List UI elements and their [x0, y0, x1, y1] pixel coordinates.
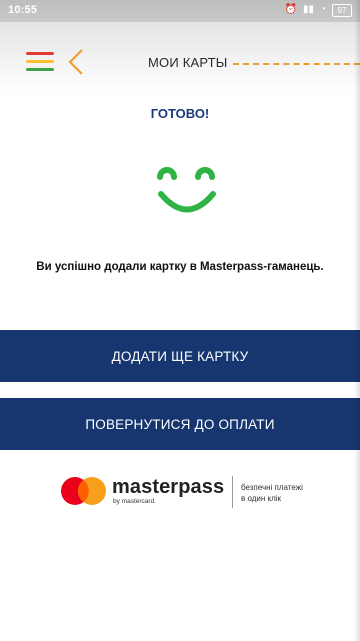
status-time: 10:55 [8, 4, 38, 16]
success-message: Ви успішно додали картку в Masterpass-га… [36, 261, 324, 273]
app-screen: 10:55 ⏰ ▮▮ ◔ 97 МОИ КАРТЫ ГОТОВО! Ви усп… [0, 0, 360, 641]
page-title: МОИ КАРТЫ [148, 55, 228, 70]
success-title: ГОТОВО! [150, 106, 210, 121]
status-bar: 10:55 ⏰ ▮▮ ◔ 97 [0, 0, 360, 22]
mastercard-circles-icon [61, 477, 106, 505]
menu-line-yellow [26, 60, 54, 63]
header-dashed-line [233, 63, 360, 65]
wifi-icon: ◔ [319, 4, 326, 15]
alarm-icon: ⏰ [284, 4, 297, 15]
masterpass-wordmark: masterpass [112, 476, 225, 498]
smile-icon [157, 167, 216, 213]
menu-line-green [26, 68, 54, 71]
app-header: МОИ КАРТЫ [0, 22, 360, 94]
masterpass-tagline: безпечні платежі в один клік [241, 482, 303, 504]
hamburger-menu-icon[interactable] [26, 52, 54, 74]
status-icons: ⏰ ▮▮ ◔ 97 [284, 3, 352, 17]
return-to-payment-button[interactable]: ПОВЕРНУТИСЯ ДО ОПЛАТИ [0, 398, 360, 450]
edge-shadow [354, 0, 360, 641]
battery-icon: 97 [332, 3, 352, 17]
menu-line-red [26, 52, 54, 55]
logo-divider [232, 476, 233, 508]
add-card-button[interactable]: ДОДАТИ ЩЕ КАРТКУ [0, 330, 360, 382]
signal-icon: ▮▮ [302, 4, 314, 15]
masterpass-sub: by mastercard. [113, 498, 156, 505]
tagline-line-2: в один клік [241, 494, 282, 503]
chevron-left-icon[interactable] [66, 48, 86, 76]
tagline-line-1: безпечні платежі [241, 483, 303, 492]
masterpass-logo: masterpass by mastercard. безпечні плате… [60, 474, 340, 514]
